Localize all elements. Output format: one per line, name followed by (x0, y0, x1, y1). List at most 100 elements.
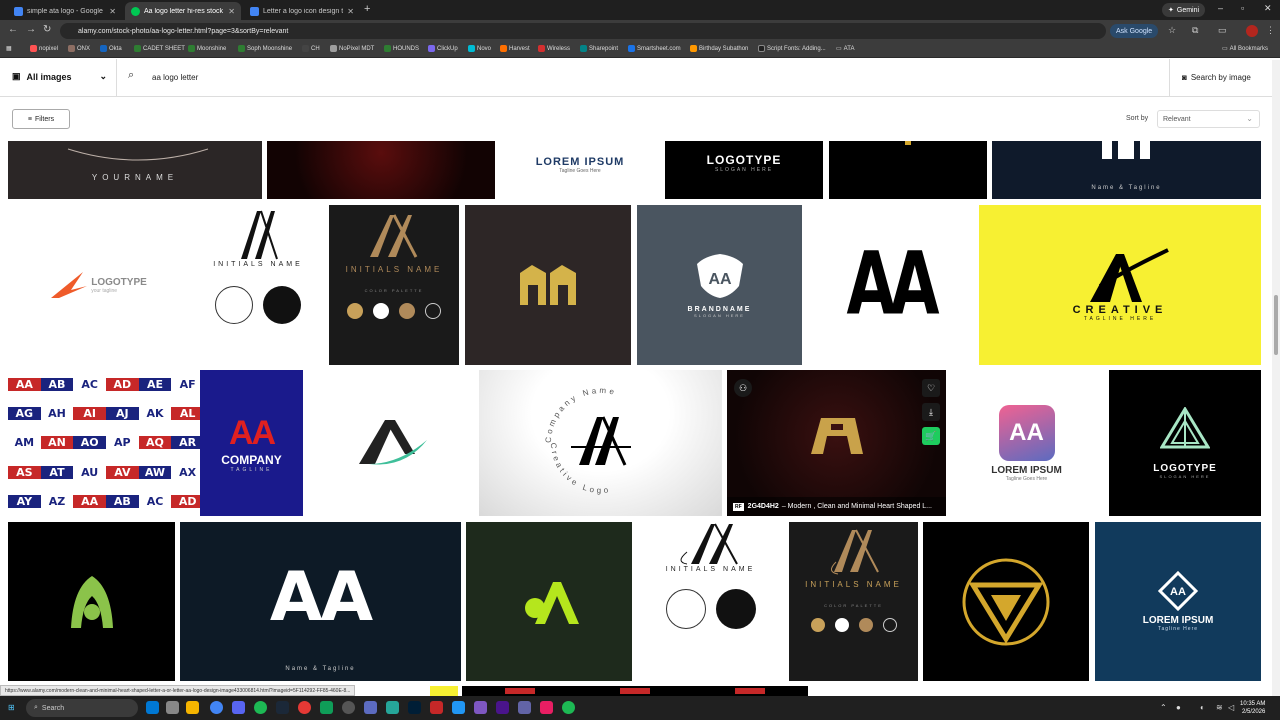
bookmark-item[interactable]: CADET SHEET (134, 45, 185, 52)
discord-icon[interactable] (232, 701, 245, 714)
star-icon[interactable]: ☆ (1168, 25, 1176, 36)
download-icon[interactable]: ⤓ (922, 403, 940, 421)
photoshop-icon[interactable] (408, 701, 421, 714)
image-caption[interactable]: RF 2G4D4H2 – Modern , Clean and Minimal … (727, 497, 946, 516)
bookmark-item[interactable]: Okta (100, 45, 122, 52)
search-input[interactable]: aa logo letter (152, 73, 198, 82)
image-tile[interactable]: AA BRANDNAME SLOGAN HERE (637, 205, 802, 365)
ask-google-button[interactable]: Ask Google (1110, 24, 1159, 38)
image-tile[interactable]: YOURNAME (8, 141, 262, 199)
image-tile[interactable]: INITIALS NAME (637, 522, 784, 681)
volume-icon[interactable]: ◁ (1228, 703, 1234, 712)
bookmark-item[interactable]: ONX (68, 45, 90, 52)
bookmark-item[interactable]: Birthday Subathon (690, 45, 748, 52)
app-icon[interactable] (430, 701, 443, 714)
gemini-button[interactable]: ✦ Gemini (1162, 3, 1206, 17)
image-tile[interactable]: AA Name & Tagline (180, 522, 461, 681)
user-icon[interactable]: ⚇ (734, 379, 752, 397)
cart-icon[interactable]: 🛒 (922, 427, 940, 445)
close-window-icon[interactable]: ✕ (1264, 3, 1272, 14)
image-tile[interactable] (267, 141, 495, 199)
image-tile[interactable]: LOGOTYPE SLOGAN HERE (1109, 370, 1261, 516)
bookmark-item[interactable]: NoPixel MDT (330, 45, 374, 52)
image-tile[interactable] (923, 522, 1089, 681)
browser-tab-3[interactable]: Letter a logo icon design template ✕ (244, 2, 360, 20)
app-icon[interactable] (496, 701, 509, 714)
image-tile[interactable]: Name & Tagline (992, 141, 1261, 199)
maximize-icon[interactable]: ▫ (1241, 3, 1244, 13)
forward-icon[interactable]: → (26, 24, 36, 35)
bookmark-item[interactable]: HOUNDS (384, 45, 419, 52)
bookmark-folder[interactable]: ▭ ATA (836, 45, 854, 53)
image-tile[interactable]: CREATIVE TAGLINE HERE (979, 205, 1261, 365)
search-scope-dropdown[interactable]: ▣ All images ⌄ (12, 71, 107, 82)
bookmark-item[interactable]: Smartsheet.com (628, 45, 681, 52)
filters-button[interactable]: ≡ Filters (12, 109, 70, 129)
menu-icon[interactable]: ⋮ (1266, 25, 1275, 36)
bookmark-item[interactable]: Script Fonts: Adding... (758, 45, 826, 52)
scrollbar-thumb[interactable] (1274, 295, 1278, 355)
back-icon[interactable]: ← (8, 24, 18, 35)
close-tab-icon[interactable]: ✕ (228, 7, 235, 16)
bookmark-item[interactable]: Moonshine (188, 45, 226, 52)
apps-icon[interactable]: ▦ (6, 45, 12, 52)
image-tile[interactable] (829, 141, 987, 199)
steam-icon[interactable] (276, 701, 289, 714)
teams-icon[interactable] (518, 701, 531, 714)
search-by-image-button[interactable]: ◙ Search by image (1182, 73, 1251, 82)
image-tile[interactable]: LOGOTYPE SLOGAN HERE (665, 141, 823, 199)
close-tab-icon[interactable]: ✕ (109, 7, 116, 16)
edge-icon[interactable] (146, 701, 159, 714)
address-bar[interactable]: alamy.com/stock-photo/aa-logo-letter.htm… (60, 23, 1106, 39)
image-tile[interactable] (430, 686, 458, 696)
app-icon[interactable] (540, 701, 553, 714)
spotify-icon[interactable] (254, 701, 267, 714)
chrome-icon[interactable] (210, 701, 223, 714)
image-tile-hovered[interactable] (727, 370, 946, 516)
bookmark-item[interactable]: Wireless (538, 45, 570, 52)
file-explorer-icon[interactable] (186, 701, 199, 714)
tray-chevron-icon[interactable]: ⌃ (1160, 703, 1167, 712)
close-tab-icon[interactable]: ✕ (347, 7, 354, 16)
taskbar-search[interactable]: ⌕ Search (26, 699, 138, 717)
sidebar-icon[interactable]: ▭ (1218, 25, 1227, 36)
task-view-icon[interactable] (166, 701, 179, 714)
image-tile[interactable]: AA LOREM IPSUM Tagline Here (1095, 522, 1261, 681)
image-tile[interactable] (462, 686, 808, 696)
app-icon[interactable] (298, 701, 311, 714)
app-icon[interactable] (342, 701, 355, 714)
image-tile[interactable]: INITIALS NAME (192, 205, 324, 365)
reload-icon[interactable]: ↻ (43, 24, 51, 35)
app-icon[interactable] (364, 701, 377, 714)
bookmark-item[interactable]: Sharepoint (580, 45, 618, 52)
extensions-icon[interactable]: ⧉ (1192, 25, 1198, 36)
tray-app-icon[interactable]: ◐ (1200, 703, 1205, 712)
image-tile[interactable] (466, 522, 632, 681)
app-icon[interactable] (452, 701, 465, 714)
image-tile[interactable] (8, 522, 175, 681)
image-tile[interactable]: AA AB AC AD AE AF AG AH AI AJ AK AL AM AN AO AP AQ AR AS AT… (8, 370, 204, 516)
new-tab-icon[interactable]: + (364, 3, 370, 15)
all-bookmarks[interactable]: ▭ All Bookmarks (1222, 45, 1268, 53)
bookmark-item[interactable]: ClickUp (428, 45, 458, 52)
search-icon[interactable]: ⌕ (128, 69, 134, 82)
image-tile[interactable]: AA COMPANY TAGLINE (200, 370, 303, 516)
wifi-icon[interactable]: ≋ (1216, 703, 1223, 712)
app-icon[interactable] (474, 701, 487, 714)
tray-app-icon[interactable]: ● (1176, 703, 1181, 712)
add-to-lightbox-icon[interactable]: ♡ (922, 379, 940, 397)
bookmark-item[interactable]: nopixel (30, 45, 58, 52)
image-tile[interactable]: LOREM IPSUM Tagline Goes Here (500, 141, 660, 199)
browser-tab-1[interactable]: simple ata logo - Google Search ✕ (8, 2, 122, 20)
bookmark-item[interactable]: CH (302, 45, 320, 52)
app-icon[interactable] (386, 701, 399, 714)
browser-tab-2[interactable]: Aa logo letter hi-res stock photos ✕ (125, 2, 241, 20)
system-clock[interactable]: 10:35 AM 2/5/2026 (1240, 700, 1265, 716)
image-tile[interactable]: LOGOTYPE your tagline (8, 205, 188, 365)
image-tile[interactable]: AA LOREM IPSUM Tagline Goes Here (950, 370, 1103, 516)
bookmark-item[interactable]: Harvest (500, 45, 530, 52)
bookmark-item[interactable]: Soph Moonshine (238, 45, 292, 52)
image-tile[interactable] (309, 370, 475, 516)
profile-avatar[interactable] (1246, 25, 1258, 37)
spotify-icon[interactable] (562, 701, 575, 714)
